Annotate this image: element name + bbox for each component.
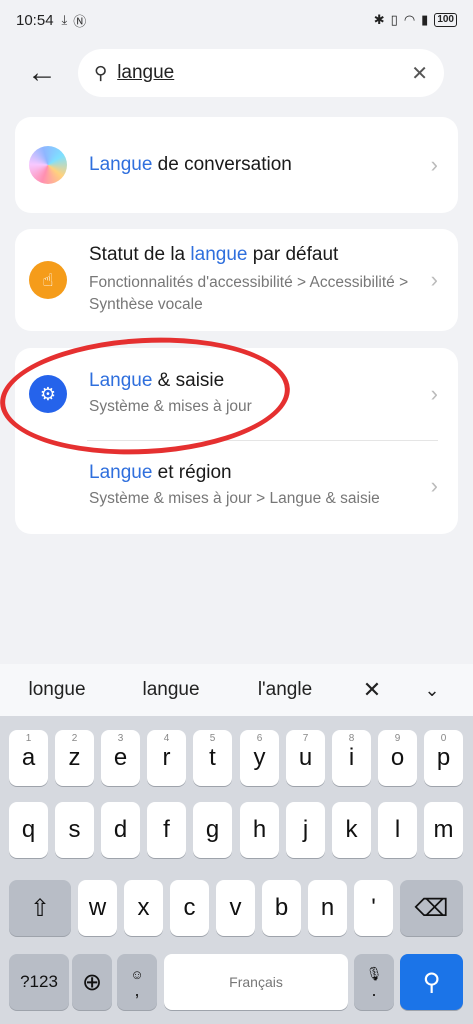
result-title: Langue de conversation: [89, 154, 292, 175]
mic-period-key[interactable]: 🎙.: [354, 954, 394, 1010]
search-icon: ⚲: [422, 968, 441, 996]
emoji-comma-key[interactable]: ☺,: [117, 954, 157, 1010]
search-submit-key[interactable]: ⚲: [400, 954, 463, 1010]
chevron-right-icon: ›: [430, 473, 438, 498]
key[interactable]: c: [170, 880, 209, 936]
result-path: Système & mises à jour: [89, 398, 252, 415]
key[interactable]: h: [240, 802, 279, 858]
key[interactable]: 8i: [332, 730, 371, 786]
key[interactable]: b: [262, 880, 301, 936]
key[interactable]: 4r: [147, 730, 186, 786]
suggestion-word[interactable]: l'angle: [228, 679, 342, 701]
search-icon: ⚲: [94, 62, 108, 83]
key[interactable]: s: [55, 802, 94, 858]
chevron-down-icon[interactable]: ⌄: [402, 680, 462, 701]
key[interactable]: w: [78, 880, 117, 936]
space-key[interactable]: Français: [164, 954, 348, 1010]
bluetooth-icon: ✱: [373, 12, 385, 27]
key[interactable]: j: [286, 802, 325, 858]
shift-key[interactable]: ⇧: [9, 880, 71, 936]
backspace-icon: ⌫: [414, 894, 449, 922]
result-path: Fonctionnalités d'accessibilité > Access…: [89, 274, 409, 313]
key[interactable]: g: [193, 802, 232, 858]
back-arrow-icon[interactable]: ←: [24, 56, 60, 89]
key[interactable]: v: [216, 880, 255, 936]
battery-icon: 100: [434, 13, 457, 27]
result-card-system: ⚙ Langue & saisie Système & mises à jour…: [15, 348, 458, 534]
key[interactable]: n: [308, 880, 347, 936]
key[interactable]: 6y: [240, 730, 279, 786]
vibrate-icon: ▯: [390, 12, 398, 27]
key[interactable]: d: [101, 802, 140, 858]
key[interactable]: 2z: [55, 730, 94, 786]
result-title: Langue & saisie: [89, 370, 225, 391]
backspace-key[interactable]: ⌫: [400, 880, 463, 936]
key[interactable]: 3e: [101, 730, 140, 786]
key[interactable]: 9o: [378, 730, 417, 786]
wifi-icon: ◠: [403, 12, 416, 27]
chevron-right-icon: ›: [430, 381, 438, 406]
search-bar[interactable]: ⚲ ✕: [78, 49, 444, 97]
result-language-input[interactable]: ⚙ Langue & saisie Système & mises à jour…: [15, 348, 458, 440]
result-path: Système & mises à jour > Langue & saisie: [89, 490, 380, 507]
sim-icon: ▮: [421, 12, 429, 27]
result-title: Statut de la langue par défaut: [89, 244, 339, 265]
result-card-conversation[interactable]: Langue de conversation ›: [15, 117, 458, 213]
chevron-right-icon: ›: [430, 152, 438, 177]
chevron-right-icon: ›: [430, 267, 438, 292]
result-language-region[interactable]: Langue et région Système & mises à jour …: [15, 440, 458, 532]
key[interactable]: f: [147, 802, 186, 858]
key[interactable]: 1a: [9, 730, 48, 786]
key[interactable]: q: [9, 802, 48, 858]
suggestion-word[interactable]: langue: [114, 679, 228, 701]
key[interactable]: ': [354, 880, 393, 936]
shift-icon: ⇧: [29, 894, 51, 922]
nfc-icon: Ⓝ: [73, 13, 87, 29]
key[interactable]: k: [332, 802, 371, 858]
key[interactable]: 5t: [193, 730, 232, 786]
settings-gear-icon: ⚙: [29, 375, 67, 413]
key[interactable]: m: [424, 802, 463, 858]
result-title: Langue et région: [89, 462, 232, 483]
accessibility-hand-icon: ☝: [29, 261, 67, 299]
key[interactable]: x: [124, 880, 163, 936]
key[interactable]: l: [378, 802, 417, 858]
status-bar: 10:54 ⤓ Ⓝ ✱ ▯ ◠ ▮ 100: [0, 0, 473, 40]
conversation-app-icon: [29, 146, 67, 184]
clear-icon[interactable]: ✕: [411, 61, 428, 86]
globe-icon: ⊕: [81, 968, 103, 996]
keyboard: 1a 2z 3e 4r 5t 6y 7u 8i 9o 0p q s d f g …: [0, 716, 473, 1024]
globe-key[interactable]: ⊕: [72, 954, 112, 1010]
key[interactable]: 7u: [286, 730, 325, 786]
status-time: 10:54: [16, 11, 54, 29]
download-icon: ⤓: [61, 12, 68, 27]
suggestion-word[interactable]: longue: [0, 679, 114, 701]
search-input[interactable]: [117, 62, 412, 84]
numbers-key[interactable]: ?123: [9, 954, 69, 1010]
result-card-default-language[interactable]: ☝ Statut de la langue par défaut Fonctio…: [15, 229, 458, 331]
suggestion-bar: longue langue l'angle ✕ ⌄: [0, 664, 473, 716]
key[interactable]: 0p: [424, 730, 463, 786]
close-icon[interactable]: ✕: [342, 677, 402, 703]
